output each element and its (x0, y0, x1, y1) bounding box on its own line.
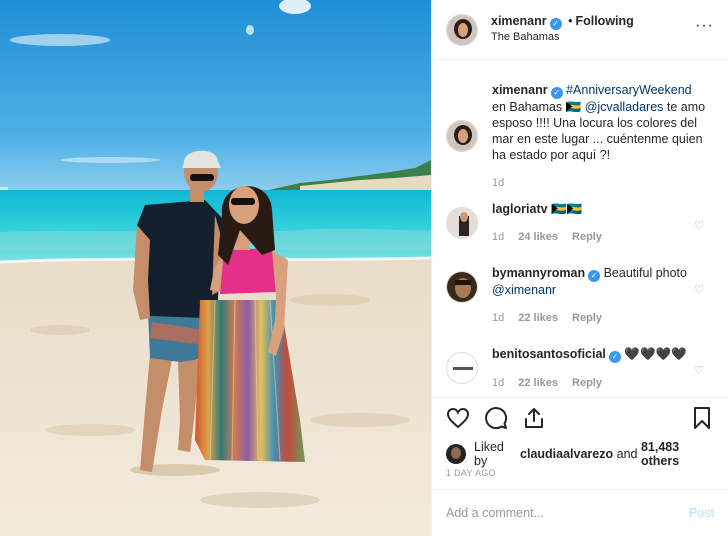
caption-age[interactable]: 1d (492, 177, 504, 189)
comment-meta: 1d 22 likes Reply (492, 375, 694, 391)
share-icon[interactable] (522, 406, 546, 433)
post-sidebar: ximenanr ✓ • Following The Bahamas ··· xim… (431, 0, 728, 536)
avatar[interactable] (446, 120, 478, 152)
ellipsis-icon[interactable]: ··· (695, 17, 714, 35)
bookmark-icon[interactable] (690, 406, 714, 433)
verified-badge-icon: ✓ (550, 87, 563, 99)
likes-prefix: Liked by (474, 440, 504, 468)
comments-list[interactable]: ximenanr ✓ #AnniversaryWeekend en Bahamas… (432, 61, 728, 397)
post-header: ximenanr ✓ • Following The Bahamas ··· (432, 0, 728, 60)
reply-button[interactable]: Reply (572, 312, 602, 324)
comment-body: lagloriatv 🇧🇸🇧🇸 1d 24 likes Reply (492, 199, 714, 245)
verified-badge-icon: ✓ (608, 351, 621, 363)
verified-badge-icon: ✓ (588, 270, 601, 282)
reply-button[interactable]: Reply (572, 377, 602, 389)
instagram-post: ximenanr ✓ • Following The Bahamas ··· xim… (0, 0, 728, 536)
comment-likes[interactable]: 24 likes (518, 231, 558, 243)
avatar[interactable] (446, 13, 478, 46)
username-link[interactable]: ximenanr (491, 14, 547, 28)
mention-link[interactable]: @jcvalladares (585, 100, 664, 114)
comment-username[interactable]: benitosantosoficial (492, 347, 606, 361)
add-comment-input[interactable] (446, 506, 689, 520)
comment-text: 🇧🇸🇧🇸 (551, 202, 583, 216)
comment-username[interactable]: lagloriatv (492, 202, 548, 216)
likes-summary: Liked by claudiaalvarezo and 81,483 othe… (446, 440, 714, 468)
caption-meta: 1d (492, 175, 706, 191)
comment-meta: 1d 22 likes Reply (492, 310, 694, 326)
comment-like-heart-icon[interactable]: ♡ (694, 283, 704, 296)
location-link[interactable]: The Bahamas (491, 30, 695, 45)
liked-by-user[interactable]: claudiaalvarezo (520, 447, 613, 461)
avatar[interactable] (446, 352, 478, 384)
post-timestamp[interactable]: 1 DAY AGO (446, 468, 496, 478)
comment-item: benitosantosoficial ✓ 🖤🖤🖤🖤 1d 22 likes Repl… (446, 344, 714, 391)
caption-username[interactable]: ximenanr (492, 83, 548, 97)
comment-body: bymannyroman ✓ Beautiful photo @ximenanr … (492, 263, 714, 326)
action-bar (432, 397, 728, 441)
reply-button[interactable]: Reply (572, 231, 602, 243)
comment-like-heart-icon[interactable]: ♡ (694, 219, 704, 232)
comment-item: lagloriatv 🇧🇸🇧🇸 1d 24 likes Reply ♡ (446, 199, 714, 245)
comment-age[interactable]: 1d (492, 377, 504, 389)
comment-icon[interactable] (484, 406, 508, 433)
comment-text: 🖤🖤🖤🖤 (624, 347, 687, 361)
post-photo[interactable] (0, 0, 431, 536)
mention-link[interactable]: @ximenanr (492, 283, 556, 297)
comment-likes[interactable]: 22 likes (518, 377, 558, 389)
heart-icon[interactable] (446, 406, 470, 433)
verified-badge-icon: ✓ (549, 18, 562, 30)
post-button[interactable]: Post (689, 506, 714, 520)
comment-age[interactable]: 1d (492, 231, 504, 243)
comment-body: benitosantosoficial ✓ 🖤🖤🖤🖤 1d 22 likes Repl… (492, 344, 714, 391)
comment-like-heart-icon[interactable]: ♡ (694, 364, 704, 377)
header-text: ximenanr ✓ • Following The Bahamas (491, 14, 695, 45)
caption-text-1: en Bahamas 🇧🇸 (492, 100, 582, 114)
beach-photo (0, 0, 431, 536)
avatar[interactable] (446, 444, 466, 464)
comment-text: Beautiful photo (603, 266, 687, 280)
following-button[interactable]: Following (575, 14, 633, 28)
caption-item: ximenanr ✓ #AnniversaryWeekend en Bahamas… (446, 82, 714, 191)
hashtag-link[interactable]: #AnniversaryWeekend (566, 83, 692, 97)
comment-likes[interactable]: 22 likes (518, 312, 558, 324)
avatar[interactable] (446, 271, 478, 303)
likes-middle: and (616, 447, 638, 461)
add-comment-bar: Post (432, 489, 728, 536)
separator-dot: • (568, 14, 573, 28)
comment-age[interactable]: 1d (492, 312, 504, 324)
comment-item: bymannyroman ✓ Beautiful photo @ximenanr … (446, 263, 714, 326)
comment-username[interactable]: bymannyroman (492, 266, 585, 280)
caption-body: ximenanr ✓ #AnniversaryWeekend en Bahamas… (492, 82, 714, 191)
avatar[interactable] (446, 207, 478, 239)
likes-count[interactable]: 81,483 others (641, 440, 714, 468)
comment-meta: 1d 24 likes Reply (492, 229, 694, 245)
